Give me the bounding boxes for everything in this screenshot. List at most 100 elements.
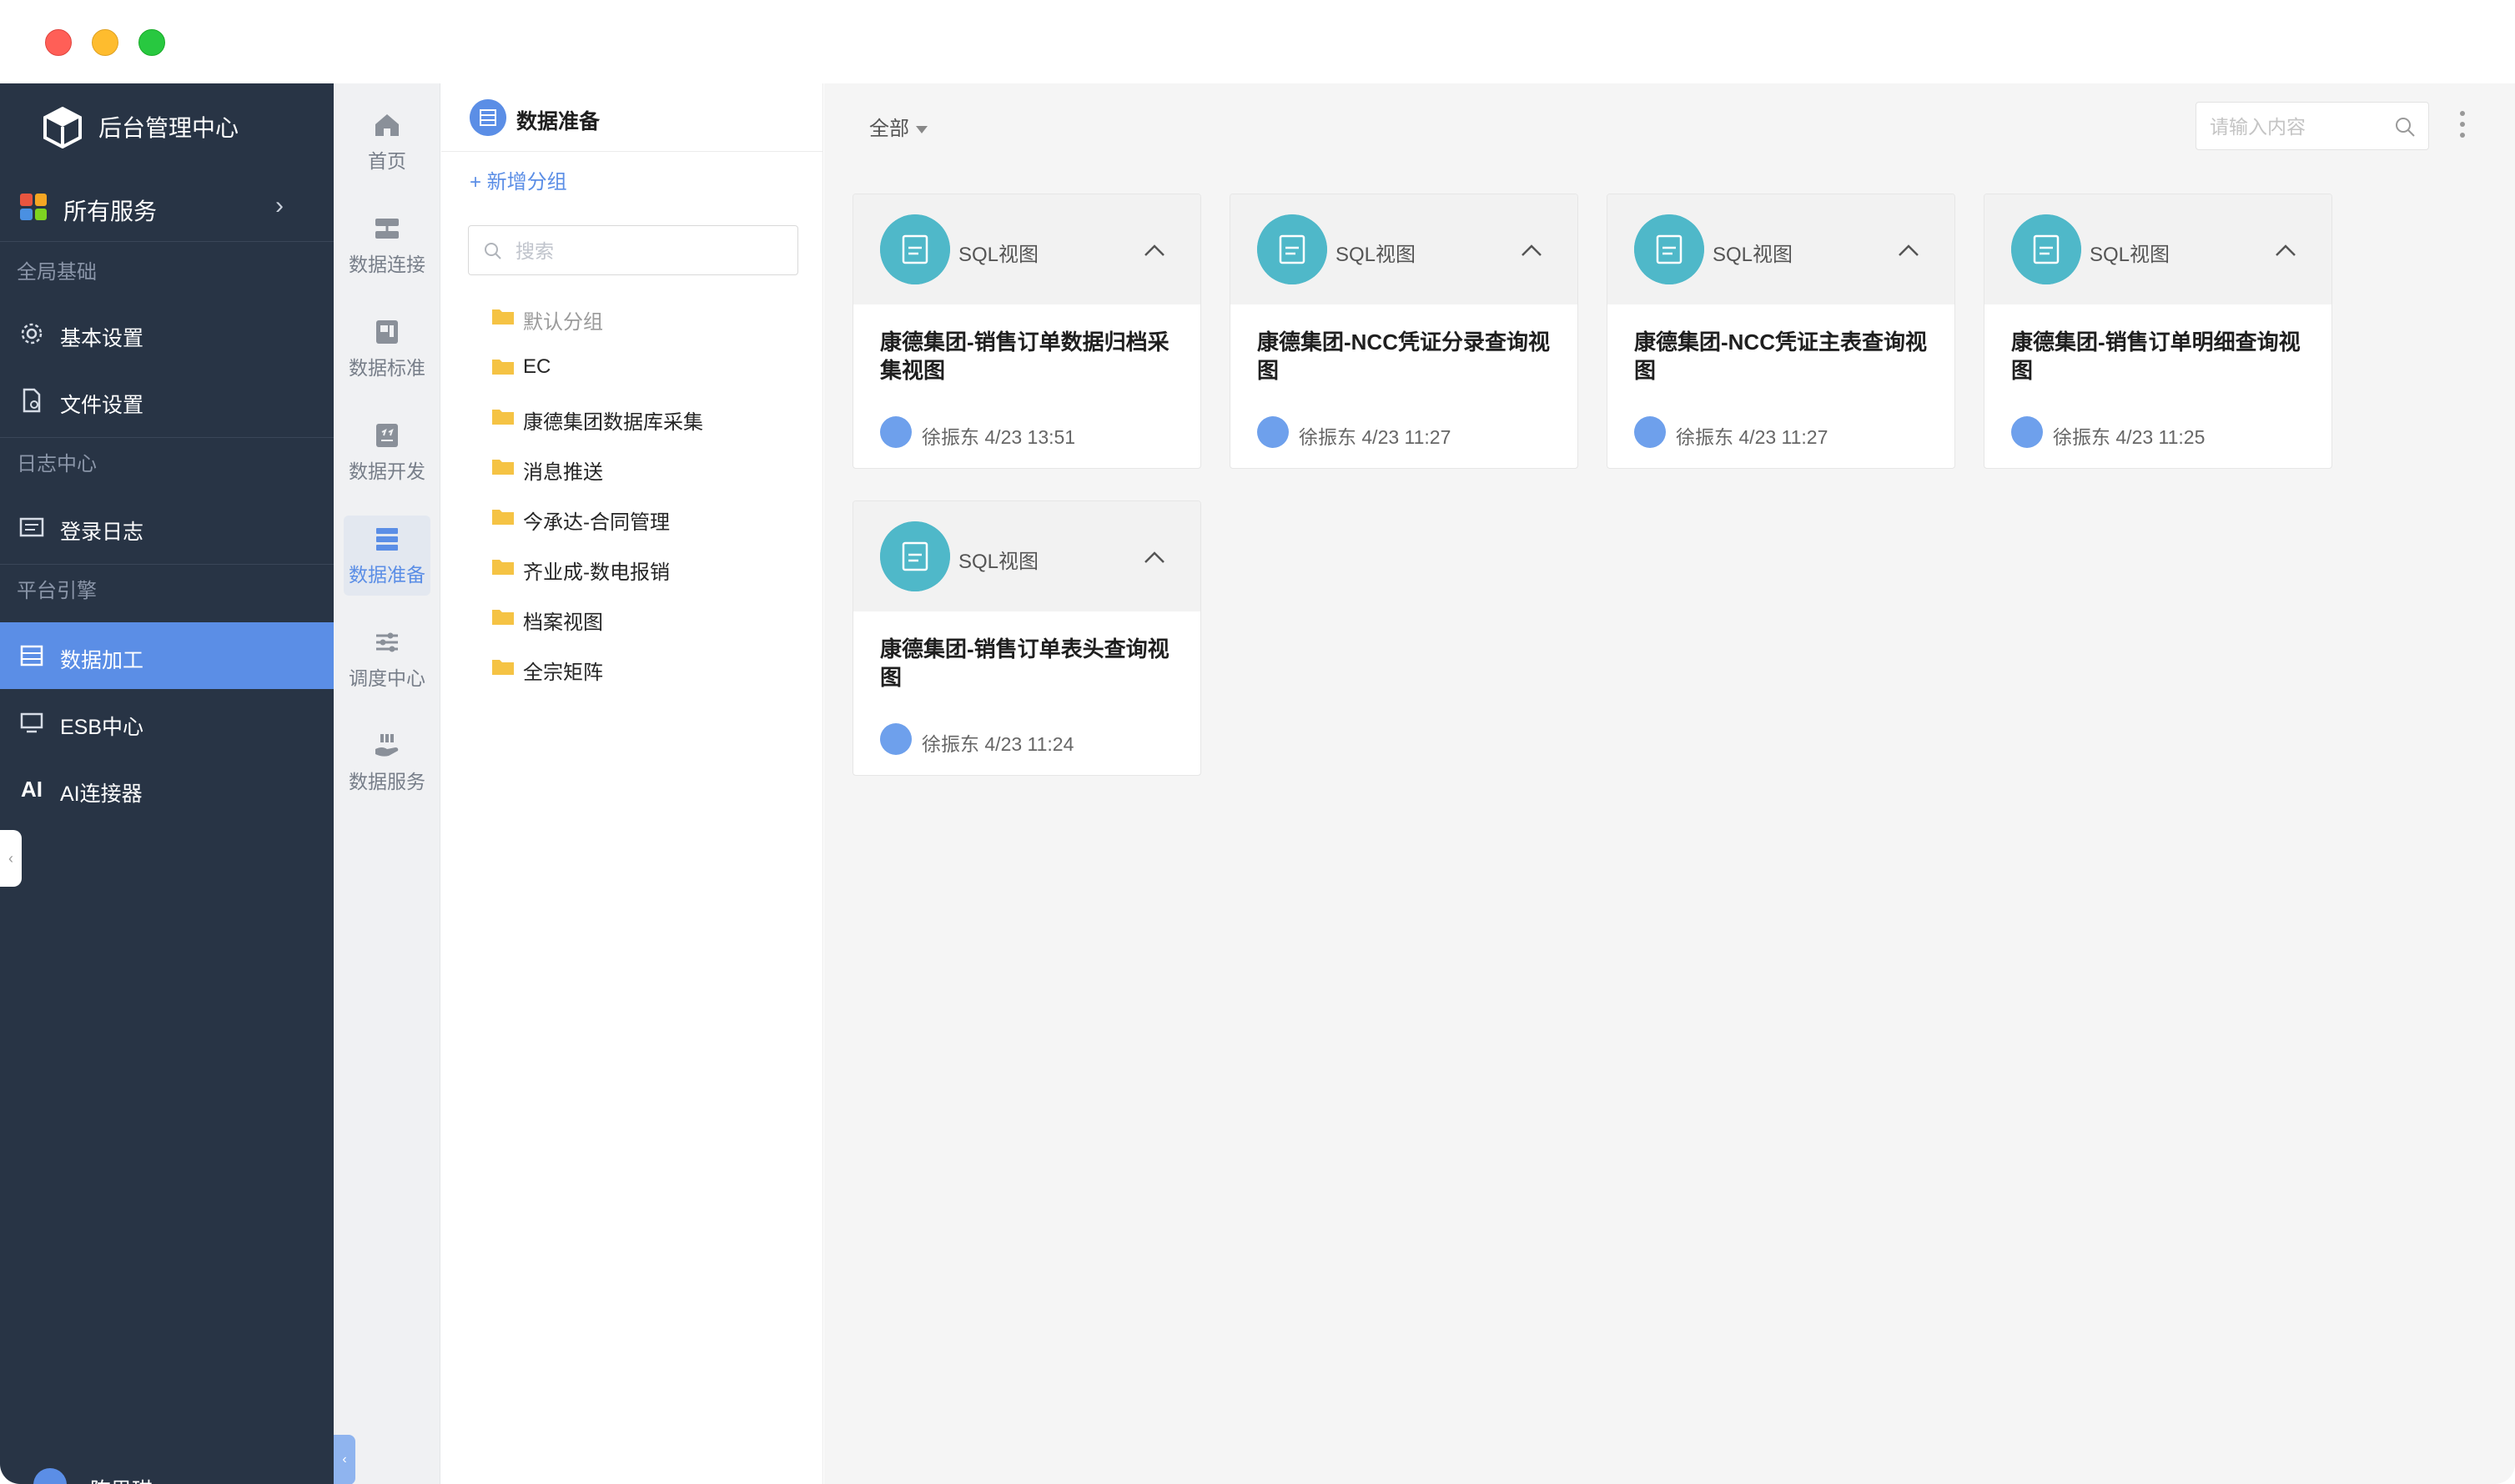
login-log-icon bbox=[19, 517, 44, 537]
tree-search-box bbox=[468, 225, 798, 275]
main-content: 全部 SQL视图 康德集团-销售订单数据归档采集视图 徐振东 4/23 13:5… bbox=[824, 83, 2515, 1484]
card-meta: 徐振东 4/23 11:25 bbox=[2053, 421, 2205, 450]
rail-label: 数据准备 bbox=[349, 564, 425, 586]
card-type-label: SQL视图 bbox=[1713, 244, 1793, 266]
sidebar-collapse-handle[interactable]: ‹ bbox=[0, 830, 22, 887]
nav-item-data-processing[interactable]: 数据加工 bbox=[0, 622, 334, 689]
view-card[interactable]: SQL视图 康德集团-销售订单表头查询视图 徐振东 4/23 11:24 bbox=[853, 501, 1201, 776]
card-meta: 徐振东 4/23 11:24 bbox=[922, 728, 1074, 757]
gear-icon bbox=[21, 323, 43, 345]
folder-icon bbox=[492, 660, 514, 675]
all-services-button[interactable]: 所有服务 › bbox=[0, 175, 334, 242]
chevron-up-icon[interactable] bbox=[1142, 238, 1167, 263]
table-icon bbox=[20, 645, 43, 667]
file-settings-icon bbox=[23, 388, 41, 413]
nav-item-login-log[interactable]: 登录日志 bbox=[0, 494, 334, 561]
chevron-up-icon[interactable] bbox=[1896, 238, 1921, 263]
chevron-up-icon[interactable] bbox=[2273, 238, 2298, 263]
caret-down-icon bbox=[916, 126, 928, 134]
card-time: 4/23 11:25 bbox=[2115, 426, 2206, 448]
view-card[interactable]: SQL视图 康德集团-NCC凭证主表查询视图 徐振东 4/23 11:27 bbox=[1607, 194, 1955, 469]
rail-item-data-connect[interactable]: 数据连接 bbox=[344, 205, 430, 285]
nav-label: 文件设置 bbox=[60, 394, 144, 417]
rail-item-data-service[interactable]: 数据服务 bbox=[344, 722, 430, 802]
divider bbox=[0, 437, 334, 438]
tree-title: 数据准备 bbox=[516, 110, 601, 133]
nav-item-esb-center[interactable]: ESB中心 bbox=[0, 689, 334, 756]
view-card[interactable]: SQL视图 康德集团-销售订单明细查询视图 徐振东 4/23 11:25 bbox=[1984, 194, 2332, 469]
folder-label: 消息推送 bbox=[523, 461, 603, 484]
card-title: 康德集团-NCC凭证分录查询视图 bbox=[1257, 329, 1550, 383]
chevron-up-icon[interactable] bbox=[1519, 238, 1544, 263]
home-icon bbox=[375, 114, 399, 136]
rail-item-home[interactable]: 首页 bbox=[344, 102, 430, 182]
title-bar bbox=[0, 0, 2515, 83]
section-label-logs: 日志中心 bbox=[17, 453, 97, 475]
view-card[interactable]: SQL视图 康德集团-销售订单数据归档采集视图 徐振东 4/23 13:51 bbox=[853, 194, 1201, 469]
divider bbox=[0, 564, 334, 565]
filter-dropdown[interactable]: 全部 bbox=[869, 112, 928, 141]
filter-label: 全部 bbox=[869, 118, 909, 140]
maximize-window-button[interactable] bbox=[138, 29, 165, 56]
card-type-label: SQL视图 bbox=[1335, 244, 1416, 266]
card-author: 徐振东 bbox=[1676, 426, 1733, 448]
tree-header: 数据准备 bbox=[441, 83, 823, 152]
rail-item-data-prep[interactable]: 数据准备 bbox=[344, 516, 430, 596]
folder-label: 今承达-合同管理 bbox=[523, 511, 670, 534]
close-window-button[interactable] bbox=[45, 29, 72, 56]
data-prep-icon bbox=[376, 528, 398, 551]
avatar[interactable] bbox=[33, 1468, 67, 1484]
view-card[interactable]: SQL视图 康德集团-NCC凭证分录查询视图 徐振东 4/23 11:27 bbox=[1230, 194, 1578, 469]
card-time: 4/23 11:27 bbox=[1361, 426, 1451, 448]
search-icon bbox=[485, 243, 501, 259]
card-title: 康德集团-销售订单表头查询视图 bbox=[880, 636, 1169, 690]
search-icon[interactable] bbox=[2393, 115, 2417, 138]
rail-collapse-handle[interactable]: ‹ bbox=[334, 1435, 355, 1484]
card-meta: 徐振东 4/23 11:27 bbox=[1676, 421, 1828, 450]
add-group-button[interactable]: + 新增分组 bbox=[470, 165, 567, 194]
nav-item-basic-settings[interactable]: 基本设置 bbox=[0, 300, 334, 367]
folder-icon bbox=[492, 360, 514, 375]
folder-label: 档案视图 bbox=[523, 611, 603, 634]
tree-search-input[interactable] bbox=[516, 236, 782, 266]
card-author: 徐振东 bbox=[1299, 426, 1356, 448]
apps-grid-icon bbox=[20, 194, 47, 220]
chevron-up-icon[interactable] bbox=[1142, 545, 1167, 570]
nav-label: 登录日志 bbox=[60, 521, 144, 544]
card-title: 康德集团-销售订单明细查询视图 bbox=[2011, 329, 2301, 383]
card-meta: 徐振东 4/23 13:51 bbox=[922, 421, 1075, 450]
nav-label: AI连接器 bbox=[60, 782, 143, 806]
card-title: 康德集团-NCC凭证主表查询视图 bbox=[1634, 329, 1927, 383]
sql-view-icon bbox=[1257, 214, 1327, 284]
rail-label: 数据连接 bbox=[349, 254, 425, 275]
card-header: SQL视图 bbox=[1984, 194, 2331, 304]
card-header: SQL视图 bbox=[853, 501, 1200, 611]
nav-item-ai-connector[interactable]: AI AI连接器 bbox=[0, 756, 334, 822]
rail-label: 数据服务 bbox=[349, 771, 425, 792]
minimize-window-button[interactable] bbox=[92, 29, 118, 56]
monitor-icon bbox=[20, 712, 43, 733]
section-label-engine: 平台引擎 bbox=[17, 580, 97, 602]
rail-label: 数据开发 bbox=[349, 460, 425, 482]
card-header: SQL视图 bbox=[1230, 194, 1577, 304]
folder-icon bbox=[492, 410, 514, 425]
all-services-label: 所有服务 bbox=[63, 199, 158, 224]
nav-item-file-settings[interactable]: 文件设置 bbox=[0, 367, 334, 434]
avatar bbox=[880, 723, 912, 755]
content-search-input[interactable] bbox=[2210, 113, 2393, 141]
sql-view-icon bbox=[2011, 214, 2081, 284]
more-options-icon[interactable] bbox=[2457, 108, 2467, 142]
rail-item-schedule[interactable]: 调度中心 bbox=[344, 619, 430, 699]
nav-label: 基本设置 bbox=[60, 327, 144, 350]
folder-label: 康德集团数据库采集 bbox=[523, 411, 703, 434]
data-dev-icon bbox=[376, 424, 398, 447]
card-type-label: SQL视图 bbox=[2090, 244, 2170, 266]
folder-icon bbox=[492, 610, 514, 625]
ai-icon: AI bbox=[21, 777, 43, 802]
sql-view-icon bbox=[1634, 214, 1704, 284]
avatar bbox=[2011, 416, 2043, 448]
card-time: 4/23 11:24 bbox=[984, 733, 1074, 755]
rail-item-data-dev[interactable]: 数据开发 bbox=[344, 412, 430, 492]
rail-item-data-standard[interactable]: 数据标准 bbox=[344, 309, 430, 389]
data-service-icon bbox=[375, 734, 399, 757]
